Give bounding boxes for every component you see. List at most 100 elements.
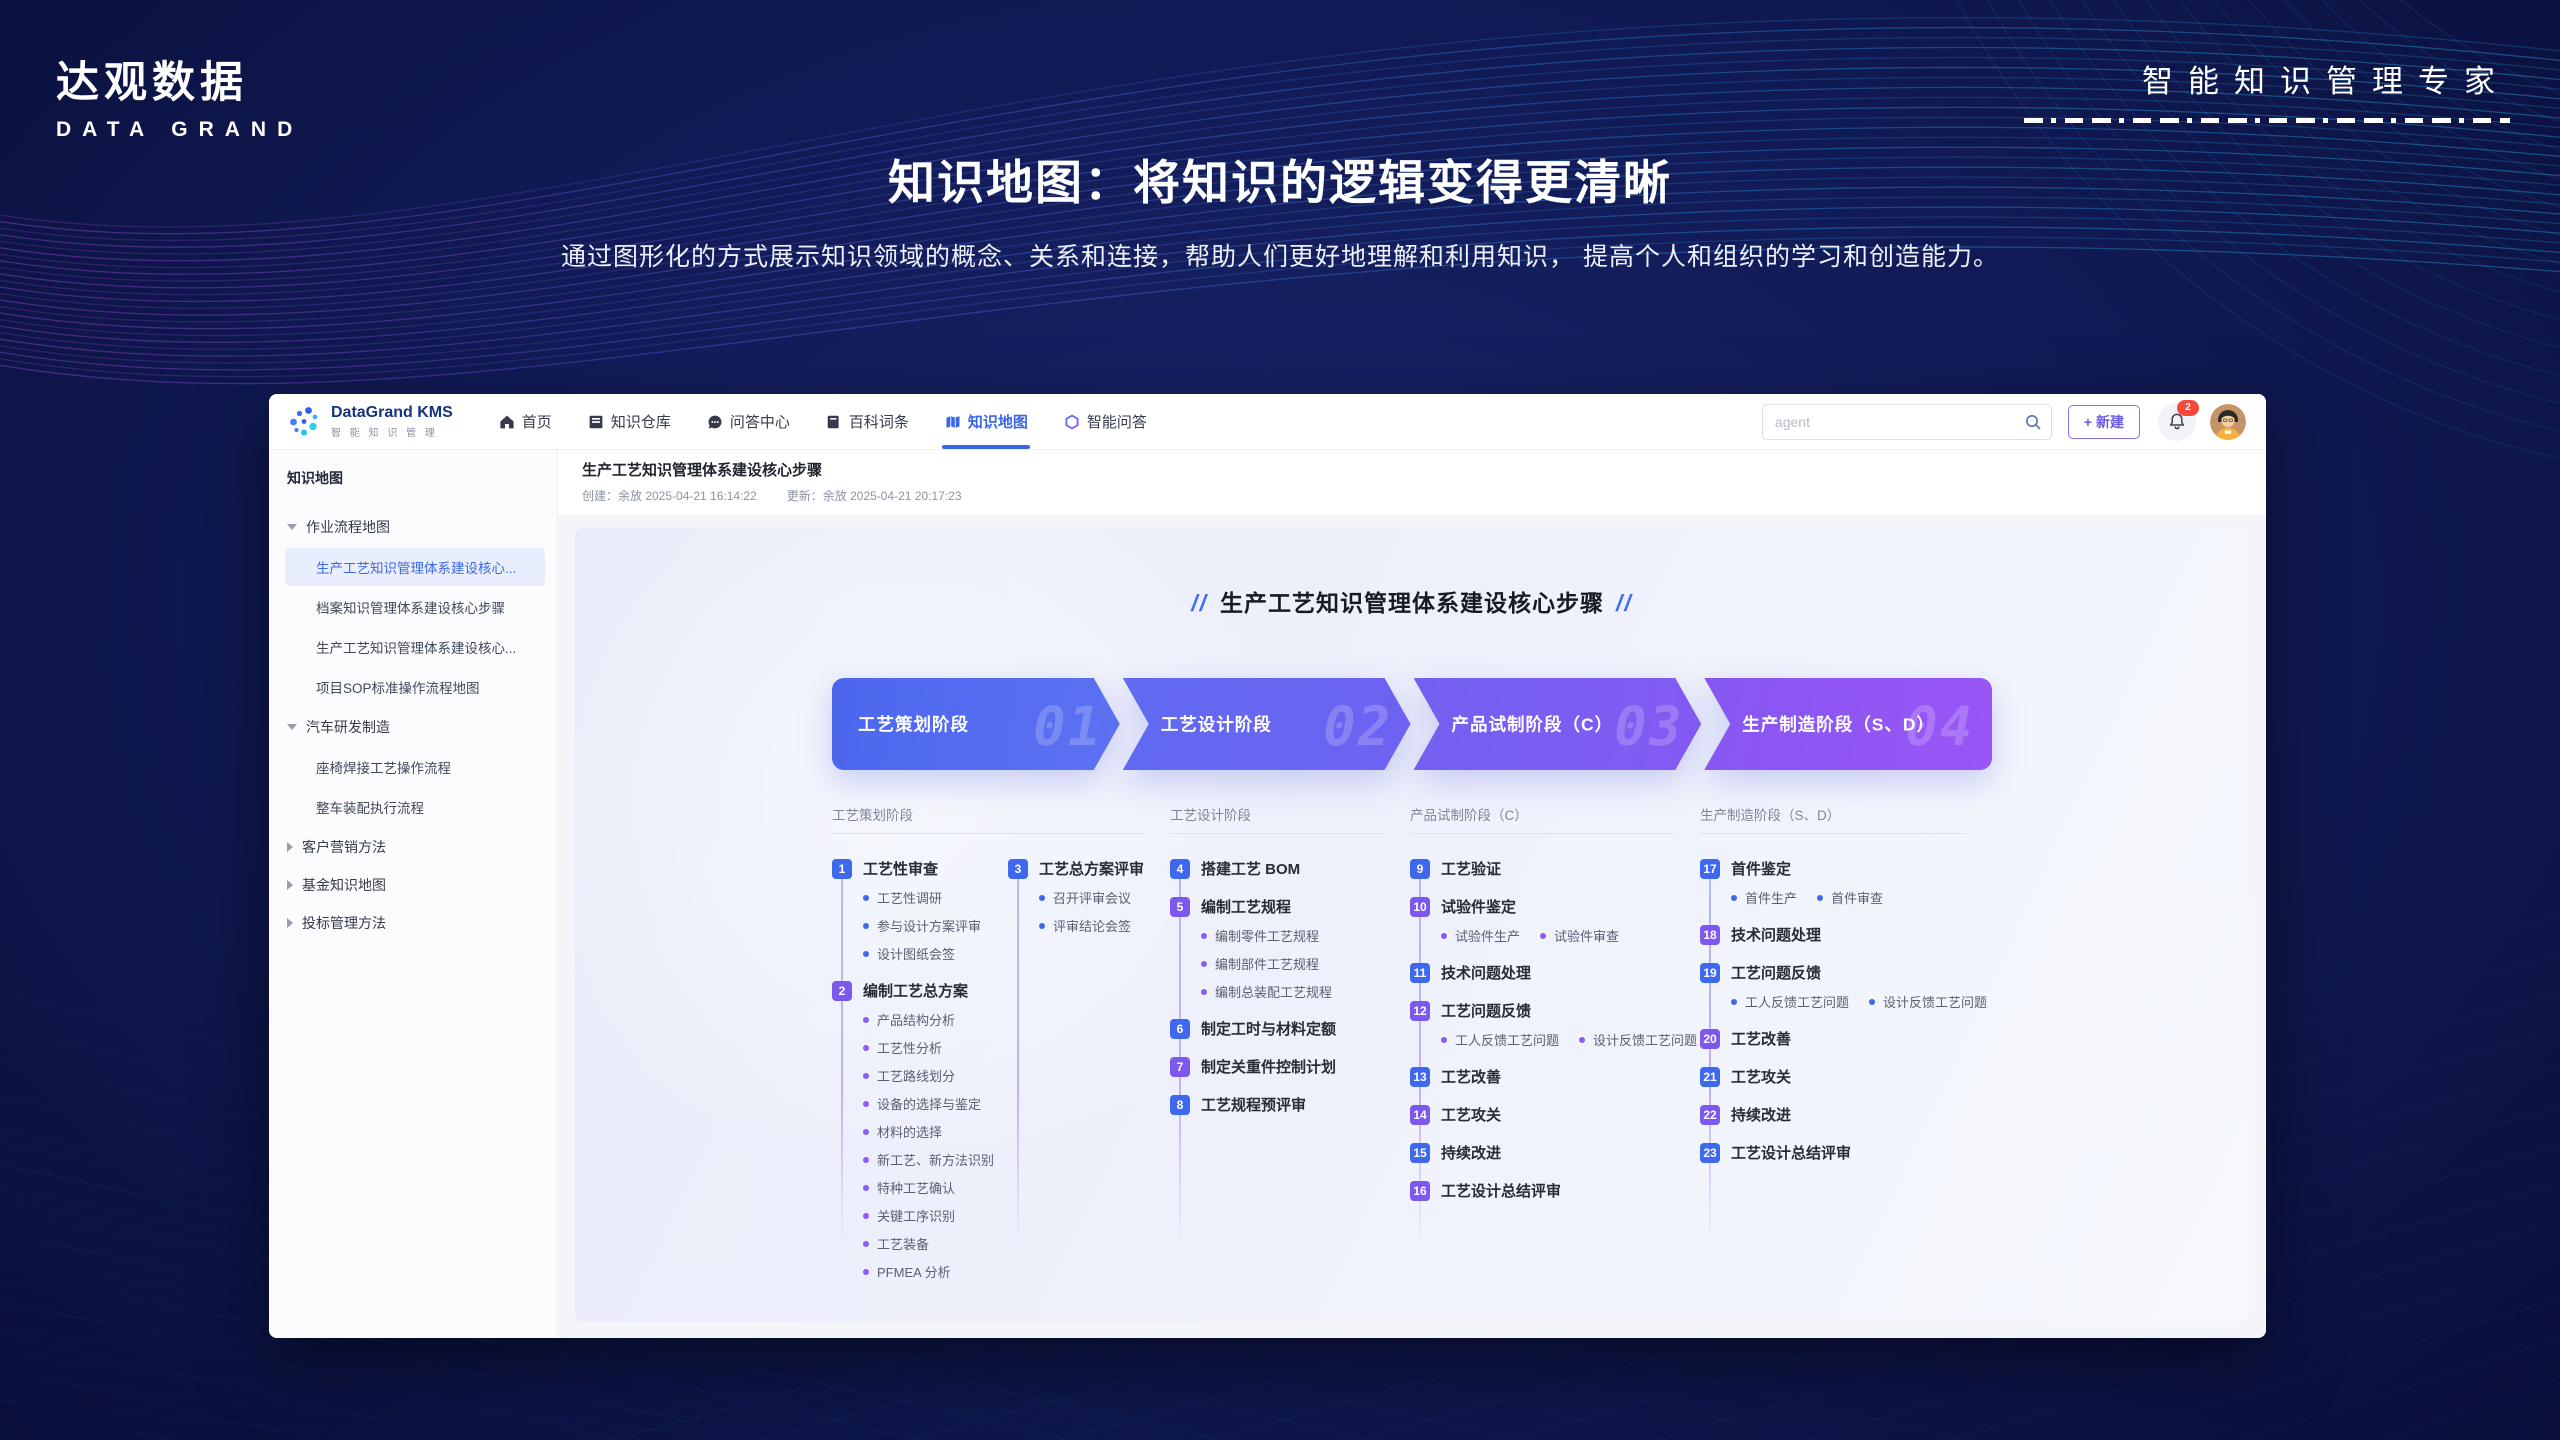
bullet-dot-icon — [863, 923, 869, 929]
bullet-item: 工人反馈工艺问题 — [1731, 992, 1849, 1011]
tagline-text: 智能知识管理专家 — [2024, 56, 2510, 101]
notification-bell[interactable]: 2 — [2158, 403, 2196, 441]
stage-column-groups: 17首件鉴定首件生产首件审查18技术问题处理19工艺问题反馈工人反馈工艺问题设计… — [1700, 834, 1966, 1278]
search-icon[interactable] — [2024, 413, 2042, 431]
sidebar-item[interactable]: 档案知识管理体系建设核心步骤 — [285, 588, 545, 626]
step-number-badge: 9 — [1410, 859, 1430, 879]
app-logo[interactable]: DataGrand KMS 智 能 知 识 管 理 — [287, 404, 453, 440]
sidebar-item[interactable]: 项目SOP标准操作流程地图 — [285, 668, 545, 706]
bullet-text: 编制部件工艺规程 — [1215, 954, 1319, 973]
step: 10试验件鉴定试验件生产试验件审查 — [1410, 896, 1674, 945]
nav-item-5[interactable]: 知识地图 — [945, 394, 1028, 449]
step-title: 工艺问题反馈 — [1441, 1000, 1531, 1021]
user-avatar[interactable] — [2210, 404, 2246, 440]
bullet-item: 工艺性分析 — [863, 1038, 1008, 1057]
bullet-text: 工人反馈工艺问题 — [1745, 992, 1849, 1011]
step-title: 制定关重件控制计划 — [1201, 1056, 1336, 1077]
bullet-dot-icon — [863, 1185, 869, 1191]
step-title: 工艺总方案评审 — [1039, 858, 1144, 879]
step-group: 1工艺性审查工艺性调研参与设计方案评审设计图纸会签2编制工艺总方案产品结构分析工… — [832, 834, 1008, 1278]
app-header: DataGrand KMS 智 能 知 识 管 理 首页知识仓库 问答中心 百科词条… — [269, 394, 2266, 450]
stage-arrow-1: 01工艺策划阶段 — [832, 678, 1120, 770]
step: 19工艺问题反馈工人反馈工艺问题设计反馈工艺问题 — [1700, 962, 1966, 1011]
step-number-badge: 10 — [1410, 897, 1430, 917]
bullet-dot-icon — [863, 1157, 869, 1163]
step-number-badge: 17 — [1700, 859, 1720, 879]
search-input[interactable] — [1762, 404, 2052, 440]
step-group: 17首件鉴定首件生产首件审查18技术问题处理19工艺问题反馈工人反馈工艺问题设计… — [1700, 834, 1966, 1278]
bullet-dot-icon — [863, 1241, 869, 1247]
bullet-dot-icon — [863, 1017, 869, 1023]
step: 17首件鉴定首件生产首件审查 — [1700, 858, 1966, 907]
nav-item-6[interactable]: 智能问答 — [1064, 394, 1147, 449]
sidebar-group-1[interactable]: 作业流程地图 — [285, 508, 545, 546]
stage-arrow-2: 02工艺设计阶段 — [1123, 678, 1411, 770]
app-logo-icon — [287, 405, 321, 439]
stage-column-header: 工艺设计阶段 — [1170, 804, 1384, 834]
step-number-badge: 20 — [1700, 1029, 1720, 1049]
nav-label: 问答中心 — [730, 411, 790, 432]
sidebar-group-2[interactable]: 汽车研发制造 — [285, 708, 545, 746]
bullet-dot-icon — [1869, 999, 1875, 1005]
sidebar-group-5[interactable]: 投标管理方法 — [285, 904, 545, 942]
step-head: 16工艺设计总结评审 — [1410, 1180, 1674, 1201]
caret-icon[interactable] — [287, 880, 293, 890]
stage-label: 产品试制阶段（C） — [1452, 712, 1614, 737]
caret-icon[interactable] — [287, 842, 293, 852]
step-number-badge: 3 — [1008, 859, 1028, 879]
step-number-badge: 5 — [1170, 897, 1190, 917]
bullet-text: 新工艺、新方法识别 — [877, 1150, 994, 1169]
step-number-badge: 18 — [1700, 925, 1720, 945]
step-title: 工艺改善 — [1731, 1028, 1791, 1049]
bullet-text: 编制零件工艺规程 — [1215, 926, 1319, 945]
bullet-text: 设计反馈工艺问题 — [1593, 1030, 1697, 1049]
sidebar-group-3[interactable]: 客户营销方法 — [285, 828, 545, 866]
bullet-text: 参与设计方案评审 — [877, 916, 981, 935]
bullet-dot-icon — [863, 1269, 869, 1275]
morse-divider — [2024, 118, 2510, 123]
nav-label: 百科词条 — [849, 411, 909, 432]
nav-item-1[interactable]: 首页 — [499, 394, 552, 449]
bullet-dot-icon — [1039, 923, 1045, 929]
doc-created: 创建：余放 2025-04-21 16:14:22 — [582, 487, 757, 504]
step-title: 制定工时与材料定额 — [1201, 1018, 1336, 1039]
nav-item-2[interactable]: 知识仓库 — [588, 394, 671, 449]
caret-icon[interactable] — [287, 724, 297, 730]
step: 6制定工时与材料定额 — [1170, 1018, 1384, 1039]
sidebar-item[interactable]: 生产工艺知识管理体系建设核心... — [285, 628, 545, 666]
stage-column-2: 工艺设计阶段4搭建工艺 BOM5编制工艺规程编制零件工艺规程编制部件工艺规程编制… — [1170, 804, 1410, 1278]
bullet-item: 编制零件工艺规程 — [1201, 926, 1384, 945]
bullet-text: 工人反馈工艺问题 — [1455, 1030, 1559, 1049]
step: 15持续改进 — [1410, 1142, 1674, 1163]
bullet-dot-icon — [1201, 961, 1207, 967]
app-nav: 首页知识仓库 问答中心 百科词条 知识地图 智能问答 — [499, 394, 1147, 449]
caret-icon[interactable] — [287, 524, 297, 530]
step-number-badge: 15 — [1410, 1143, 1430, 1163]
sidebar-item[interactable]: 整车装配执行流程 — [285, 788, 545, 826]
step-columns: 工艺策划阶段1工艺性审查工艺性调研参与设计方案评审设计图纸会签2编制工艺总方案产… — [832, 804, 1992, 1278]
new-button[interactable]: + 新建 — [2068, 405, 2140, 439]
step-bullets: 工人反馈工艺问题设计反馈工艺问题 — [1731, 992, 1966, 1011]
doc-meta: 创建：余放 2025-04-21 16:14:22 更新：余放 2025-04-… — [582, 487, 2242, 504]
nav-item-3[interactable]: 问答中心 — [707, 394, 790, 449]
avatar-image — [2210, 404, 2246, 440]
bullet-dot-icon — [863, 951, 869, 957]
bullet-item: 工艺路线划分 — [863, 1066, 1008, 1085]
sidebar-item[interactable]: 座椅焊接工艺操作流程 — [285, 748, 545, 786]
sidebar-item[interactable]: 生产工艺知识管理体系建设核心... — [285, 548, 545, 586]
bullet-text: 工艺性调研 — [877, 888, 942, 907]
bullet-item: 设计反馈工艺问题 — [1869, 992, 1987, 1011]
nav-label: 知识地图 — [968, 411, 1028, 432]
step-number-badge: 1 — [832, 859, 852, 879]
step: 20 工艺改善 — [1700, 1028, 1966, 1049]
step: 22持续改进 — [1700, 1104, 1966, 1125]
sidebar-group-4[interactable]: 基金知识地图 — [285, 866, 545, 904]
doc-content: //生产工艺知识管理体系建设核心步骤// 01工艺策划阶段02工艺设计阶段03产… — [558, 515, 2266, 1338]
caret-icon[interactable] — [287, 918, 293, 928]
bullet-text: 试验件审查 — [1554, 926, 1619, 945]
brand-name-en: DATA GRAND — [56, 118, 303, 142]
stage-column-groups: 9工艺验证10试验件鉴定试验件生产试验件审查11技术问题处理12工艺问题反馈工人… — [1410, 834, 1674, 1278]
step-bullets: 试验件生产试验件审查 — [1441, 926, 1674, 945]
nav-item-4[interactable]: 百科词条 — [826, 394, 909, 449]
step-head: 14工艺攻关 — [1410, 1104, 1674, 1125]
